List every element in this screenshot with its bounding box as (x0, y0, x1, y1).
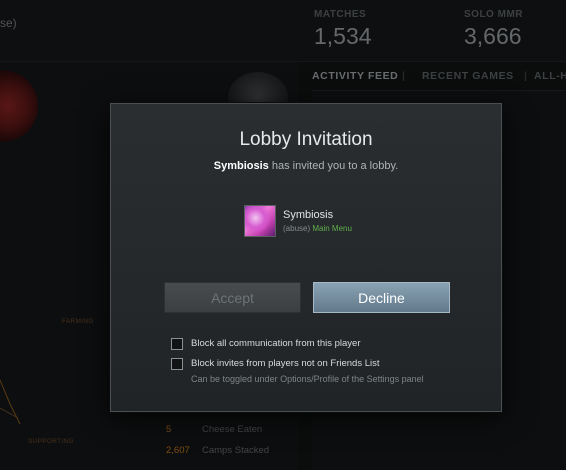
avatar[interactable] (244, 205, 276, 237)
player-subline: (abuse) Main Menu (283, 224, 352, 233)
invite-text: has invited you to a lobby. (271, 160, 399, 172)
block-invites-checkbox[interactable] (171, 358, 183, 370)
player-name: Symbiosis (283, 209, 334, 221)
accept-button[interactable]: Accept (164, 282, 301, 313)
player-status: Main Menu (312, 224, 352, 233)
lobby-invitation-dialog: Lobby Invitation Symbiosis has invited y… (110, 103, 502, 412)
block-communication-checkbox[interactable] (171, 338, 183, 350)
decline-button[interactable]: Decline (313, 282, 450, 313)
player-tag: (abuse) (283, 224, 311, 233)
inviter-name: Symbiosis (213, 160, 269, 172)
settings-hint-text: Can be toggled under Options/Profile of … (191, 374, 424, 384)
invite-message: Symbiosis has invited you to a lobby. (111, 160, 501, 172)
dialog-title: Lobby Invitation (239, 129, 373, 150)
block-invites-label[interactable]: Block invites from players not on Friend… (191, 358, 380, 369)
inviter-player-card[interactable]: Symbiosis (abuse) Main Menu (244, 205, 464, 239)
block-communication-label[interactable]: Block all communication from this player (191, 338, 360, 349)
